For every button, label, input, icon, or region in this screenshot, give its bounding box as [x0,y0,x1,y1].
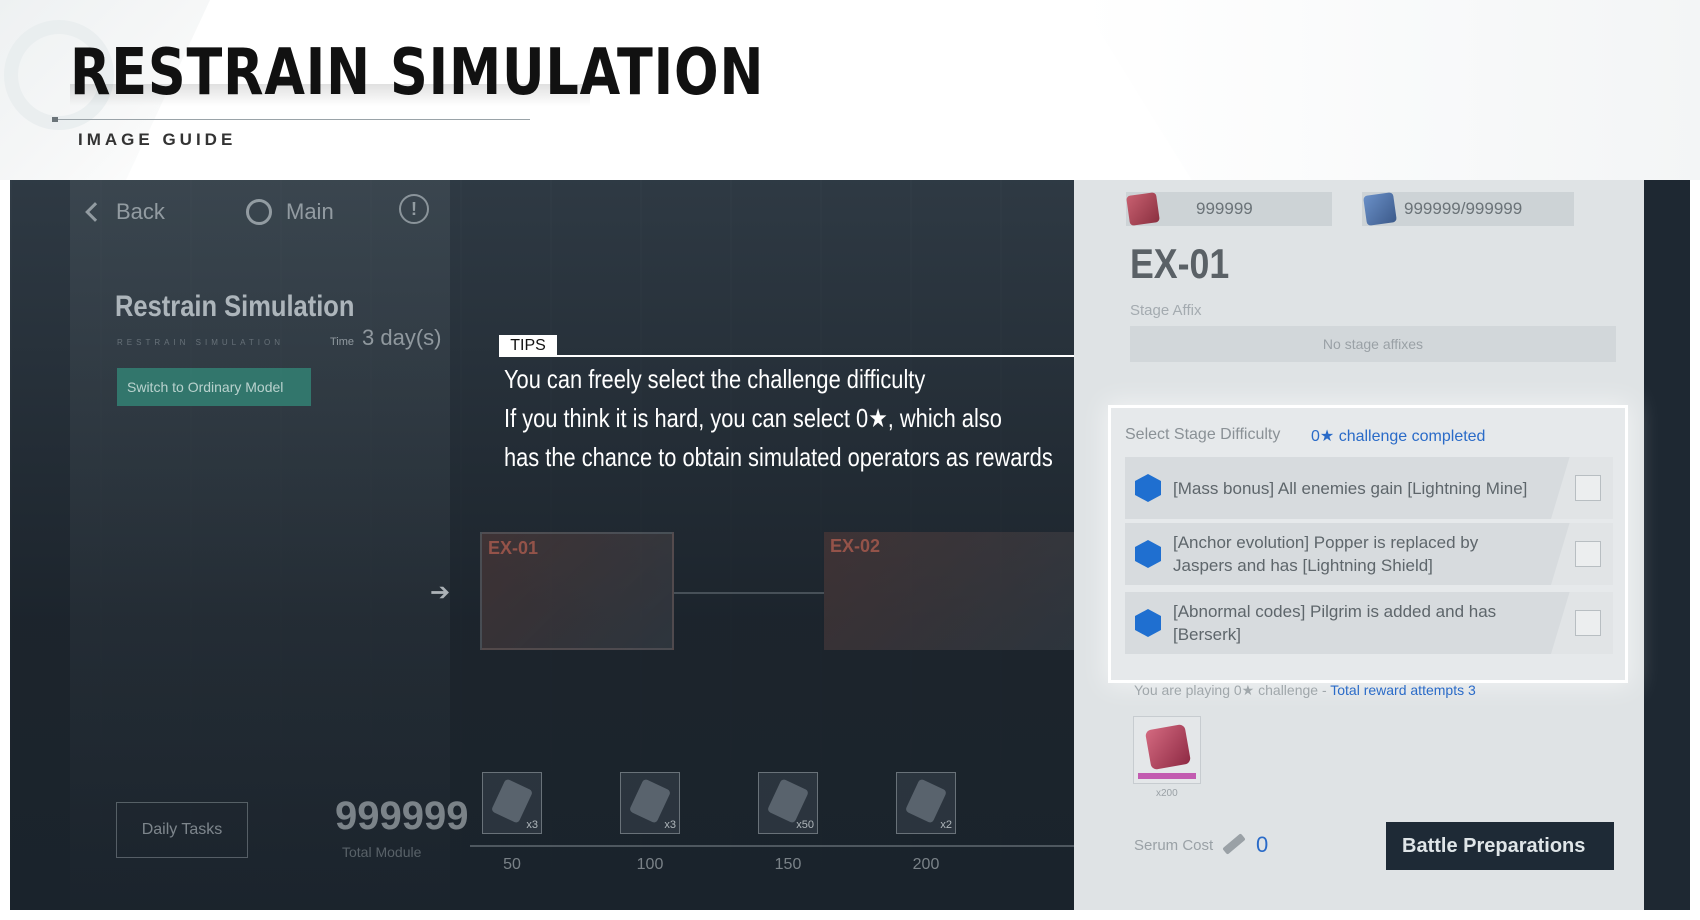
reward-item-icon [628,778,672,824]
affix-box: No stage affixes [1130,326,1616,362]
reward-qty: x50 [796,819,814,831]
info-button[interactable]: ! [399,194,429,224]
hexagon-icon [1135,474,1161,502]
difficulty-checkbox[interactable] [1575,475,1601,501]
cube-reward-icon [1144,723,1192,771]
tips-label: TIPS [499,335,557,357]
blue-cube-icon [1363,192,1397,226]
back-button[interactable]: Back [78,186,208,238]
difficulty-status: 0★ challenge completed [1311,428,1486,445]
milestone-label: 50 [503,856,521,873]
playing-prefix: You are playing 0★ challenge - [1134,682,1331,698]
module-total-label: Total Module [342,844,422,860]
stage-reward-qty: x200 [1156,788,1178,799]
affix-label: Stage Affix [1130,302,1202,319]
main-label: Main [286,199,334,224]
difficulty-checkbox[interactable] [1575,541,1601,567]
home-ring-icon [246,199,272,225]
battle-preparations-button[interactable]: Battle Preparations [1386,822,1614,870]
hexagon-icon [1135,609,1161,637]
serum-cost-label: Serum Cost [1134,837,1214,854]
tips-line: You can freely select the challenge diff… [504,364,926,394]
switch-ordinary-button[interactable]: Switch to Ordinary Model [117,368,311,406]
currency-a-value: 999999 [1196,199,1253,218]
reward-item-icon [904,778,948,824]
time-label: Time [330,336,355,348]
tips-connector-horizontal [557,355,1148,357]
reward-slot[interactable]: x3 [482,772,542,834]
reward-qty: x2 [940,819,952,831]
panel-edge [1644,180,1690,910]
stage-label: EX-01 [488,538,539,558]
stage-reward-item[interactable] [1133,716,1201,784]
title-divider [52,117,530,122]
difficulty-option-text: [Anchor evolution] Popper is replaced by… [1173,533,1479,575]
serum-cost-value: 0 [1256,832,1269,857]
stage-connector [674,592,824,594]
difficulty-option[interactable]: [Abnormal codes] Pilgrim is added and ha… [1125,592,1613,654]
mode-title: Restrain Simulation [115,290,355,323]
module-total-value: 999999 [335,794,469,838]
main-button[interactable]: Main [246,186,366,238]
reward-qty: x3 [526,819,538,831]
difficulty-option-text: [Abnormal codes] Pilgrim is added and ha… [1173,602,1497,644]
red-cube-icon [1126,192,1160,226]
reward-slot[interactable]: x2 [896,772,956,834]
mode-subtitle: RESTRAIN SIMULATION [117,338,284,347]
tips-text: You can freely select the challenge diff… [504,360,1053,477]
reward-slot[interactable]: x3 [620,772,680,834]
back-label: Back [116,199,165,224]
difficulty-selector: Select Stage Difficulty 0★ challenge com… [1111,408,1625,680]
stage-label: EX-02 [830,536,881,556]
milestone-label: 100 [636,856,664,873]
milestone-label: 150 [774,856,802,873]
milestone-label: 200 [912,856,940,873]
hexagon-icon [1135,540,1161,568]
info-icon: ! [411,198,417,219]
arrow-right-icon: ➔ [430,579,451,606]
playing-status: You are playing 0★ challenge - Total rew… [1134,682,1476,699]
reward-item-icon [766,778,810,824]
currency-b-value: 999999/999999 [1404,199,1523,218]
header-bg-right [1080,0,1700,180]
tips-line: If you think it is hard, you can select … [504,403,1002,433]
reward-attempts: Total reward attempts 3 [1330,682,1476,698]
difficulty-checkbox[interactable] [1575,610,1601,636]
daily-tasks-button[interactable]: Daily Tasks [116,802,248,858]
tips-line: has the chance to obtain simulated opera… [504,442,1053,472]
page-subtitle: IMAGE GUIDE [78,130,237,149]
rarity-bar [1138,773,1196,779]
stage-card-ex01[interactable]: EX-01 [480,532,674,650]
chevron-left-icon [85,202,105,222]
page-title: RESTRAIN SIMULATION [70,36,765,110]
stage-card-ex02[interactable]: EX-02 [824,532,1074,650]
reward-qty: x3 [664,819,676,831]
game-screenshot: Back Main ! Restrain Simulation RESTRAIN… [10,180,1690,910]
difficulty-option-text: [Mass bonus] All enemies gain [Lightning… [1173,478,1528,498]
reward-progress-line [470,845,1074,847]
time-value: 3 day(s) [362,325,442,350]
difficulty-option[interactable]: [Mass bonus] All enemies gain [Lightning… [1125,457,1613,519]
reward-item-icon [490,778,534,824]
stage-name: EX-01 [1130,240,1230,287]
difficulty-option[interactable]: [Anchor evolution] Popper is replaced by… [1125,523,1613,585]
reward-slot[interactable]: x50 [758,772,818,834]
difficulty-heading: Select Stage Difficulty [1125,426,1281,443]
